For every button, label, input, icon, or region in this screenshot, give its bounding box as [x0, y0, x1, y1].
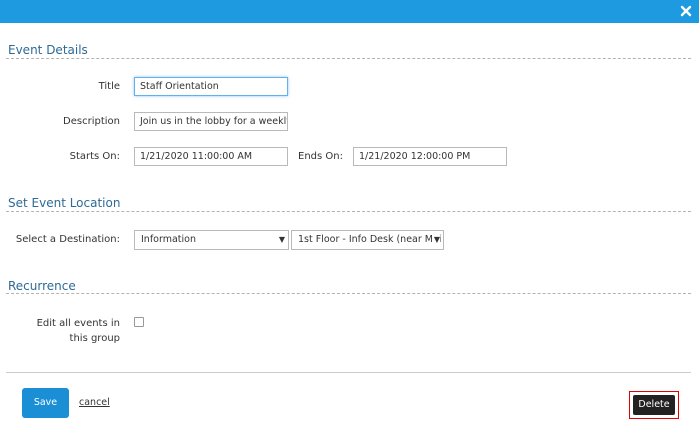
- close-icon[interactable]: [679, 4, 693, 18]
- category-select[interactable]: Information ▼: [134, 230, 289, 250]
- edit-all-events-checkbox[interactable]: [134, 317, 144, 327]
- chevron-down-icon: ▼: [431, 231, 440, 249]
- section-title-set-event-location: Set Event Location: [8, 196, 121, 210]
- delete-button[interactable]: Delete: [633, 395, 675, 415]
- section-title-recurrence: Recurrence: [8, 279, 76, 293]
- title-input[interactable]: Staff Orientation: [134, 77, 288, 96]
- destination-select[interactable]: 1st Floor - Info Desk (near Mai ▼: [291, 230, 444, 250]
- section-divider: [6, 211, 691, 212]
- description-input[interactable]: Join us in the lobby for a weekly s: [134, 112, 288, 131]
- description-label: Description: [63, 116, 120, 127]
- starts-on-input[interactable]: 1/21/2020 11:00:00 AM: [134, 147, 288, 166]
- save-button[interactable]: Save: [22, 388, 69, 418]
- ends-on-label: Ends On:: [298, 151, 343, 162]
- footer-divider: [6, 372, 691, 373]
- destination-select-value: 1st Floor - Info Desk (near Mai: [298, 234, 442, 245]
- section-divider: [6, 58, 691, 59]
- section-divider: [6, 293, 691, 294]
- edit-all-events-label: Edit all events in this group: [36, 318, 120, 344]
- category-select-value: Information: [141, 234, 196, 245]
- ends-on-input[interactable]: 1/21/2020 12:00:00 PM: [353, 147, 507, 166]
- starts-on-label: Starts On:: [69, 151, 120, 162]
- title-label: Title: [98, 81, 120, 92]
- section-title-event-details: Event Details: [8, 43, 88, 57]
- cancel-link[interactable]: cancel: [79, 397, 110, 408]
- destination-label: Select a Destination:: [15, 234, 120, 245]
- dialog-header-bar: [0, 0, 699, 23]
- chevron-down-icon: ▼: [278, 235, 285, 244]
